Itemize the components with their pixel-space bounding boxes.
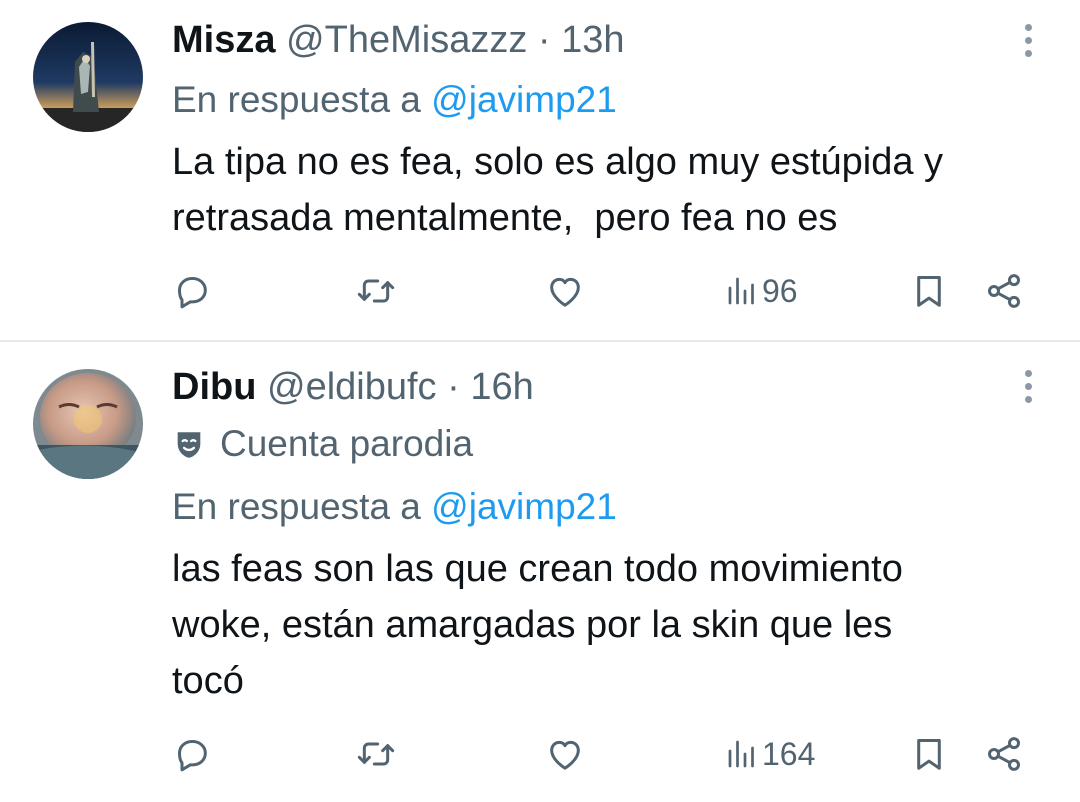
avatar[interactable] [33,22,143,132]
views-count: 164 [762,735,816,772]
reply-button[interactable] [172,266,212,316]
timestamp[interactable]: 16h [470,366,533,408]
reply-prefix: En respuesta a [172,486,421,527]
mention-link[interactable]: @javimp21 [431,79,617,120]
mention-link[interactable]: @javimp21 [431,486,617,527]
parody-label: Cuenta parodia [220,423,474,464]
bookmark-icon [917,276,941,307]
parody-mask-icon [172,428,206,472]
reply-icon [178,740,207,772]
views-count: 96 [762,272,798,309]
bookmark-button[interactable] [910,729,948,779]
tweet[interactable]: Dibu @eldibufc · 16h Cuenta parodia En r… [0,342,1080,802]
more-icon[interactable] [1016,24,1040,64]
author-name[interactable]: Misza [172,19,275,61]
reply-context: En respuesta a @javimp21 [172,78,617,122]
reply-context: En respuesta a @javimp21 [172,485,617,529]
parody-badge: Cuenta parodia [172,422,473,472]
share-button[interactable] [984,729,1024,779]
like-button[interactable] [544,729,586,779]
like-button[interactable] [544,266,586,316]
author-handle[interactable]: @TheMisazzz [286,19,527,61]
reply-prefix: En respuesta a [172,79,421,120]
more-icon[interactable] [1016,370,1040,410]
reply-button[interactable] [172,729,212,779]
share-icon [987,274,1021,308]
avatar[interactable] [33,369,143,479]
tweet-header: Dibu @eldibufc · 16h [172,365,534,409]
reply-icon [178,277,207,309]
author-handle[interactable]: @eldibufc [267,366,437,408]
tweet-text: La tipa no es fea, solo es algo muy estú… [172,141,944,239]
bookmark-button[interactable] [910,266,948,316]
like-icon [550,277,580,307]
timestamp[interactable]: 13h [561,19,624,61]
separator: · [447,366,460,408]
tweet-text: las feas son las que crean todo movimien… [172,548,903,702]
views-button[interactable]: 96 [724,266,798,316]
views-icon [728,740,754,768]
views-button[interactable]: 164 [724,729,815,779]
action-bar: 164 [172,729,1032,779]
retweet-icon [357,742,395,766]
retweet-button[interactable] [354,729,398,779]
separator: · [537,19,551,61]
author-name[interactable]: Dibu [172,366,256,408]
tweet[interactable]: Misza @TheMisazzz · 13h En respuesta a @… [0,0,1080,340]
share-icon [987,737,1021,771]
like-icon [550,740,580,770]
tweet-header: Misza @TheMisazzz · 13h [172,18,625,62]
action-bar: 96 [172,266,1032,316]
views-icon [728,277,754,305]
retweet-icon [357,279,395,303]
share-button[interactable] [984,266,1024,316]
retweet-button[interactable] [354,266,398,316]
bookmark-icon [917,739,941,770]
